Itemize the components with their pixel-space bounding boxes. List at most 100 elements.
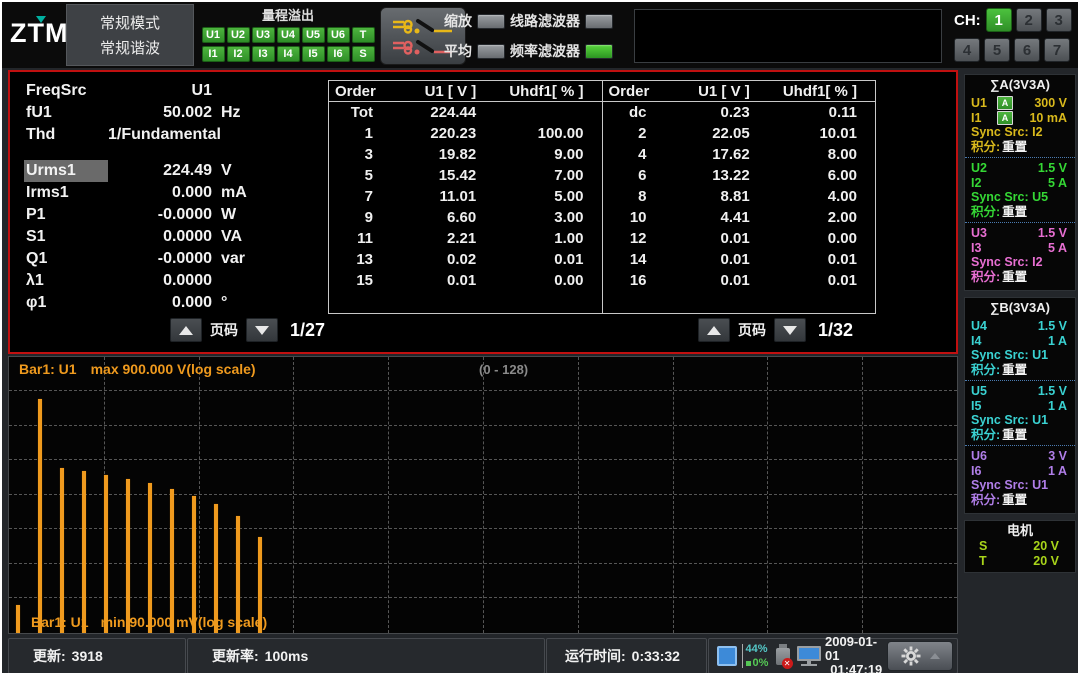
integral-label: 积分: <box>971 140 1000 154</box>
integral-row: 积分:重置 <box>971 140 1069 155</box>
system-time: 01:47:19 <box>830 663 882 673</box>
harmonics-hdf-cell: 6.00 <box>768 165 875 186</box>
channel-name: I4 <box>971 334 995 348</box>
channel-button-5[interactable]: 5 <box>984 38 1010 62</box>
measurement-label[interactable]: fU1 <box>24 102 108 124</box>
channel-name: I2 <box>971 176 995 190</box>
page-up-button[interactable] <box>698 318 730 342</box>
integral-reset-button[interactable]: 重置 <box>1002 363 1027 377</box>
measurement-unit: W <box>212 204 314 226</box>
measurement-list: FreqSrcU1fU150.002HzThd1/Fundamental Urm… <box>24 80 314 314</box>
channel-range-line: I51 A <box>971 398 1069 413</box>
page-number: 1/32 <box>818 320 853 341</box>
harmonic-bar-4 <box>104 475 108 633</box>
measurement-unit: V <box>212 160 314 182</box>
measurement-label[interactable]: φ1 <box>24 292 108 314</box>
channel-button-6[interactable]: 6 <box>1014 38 1040 62</box>
integral-reset-button[interactable]: 重置 <box>1002 270 1027 284</box>
channel-name: U6 <box>971 449 995 463</box>
harmonic-bar-7 <box>170 489 174 633</box>
harmonics-hdf-cell: 0.00 <box>768 228 875 249</box>
channel-label: CH: <box>954 12 981 29</box>
integral-reset-button[interactable]: 重置 <box>1002 140 1027 154</box>
runtime-value: 0:33:32 <box>632 648 680 664</box>
harmonics-col-header: Order <box>329 81 387 102</box>
harmonics-value-cell: 19.82 <box>387 144 494 165</box>
system-status-box: 44% 0% ✕ 2009-01-01 01:47:19 <box>708 638 958 673</box>
filter-label: 线路滤波器 <box>510 11 580 31</box>
channel-button-3[interactable]: 3 <box>1046 8 1072 32</box>
measurement-label[interactable]: λ1 <box>24 270 108 292</box>
runtime-box: 运行时间: 0:33:32 <box>546 638 707 673</box>
integral-reset-button[interactable]: 重置 <box>1002 493 1027 507</box>
integral-reset-button[interactable]: 重置 <box>1002 428 1027 442</box>
divider <box>742 644 743 668</box>
page-up-button[interactable] <box>170 318 202 342</box>
channel-button-4[interactable]: 4 <box>954 38 980 62</box>
system-date: 2009-01-01 <box>825 635 882 663</box>
harmonics-order-cell: 9 <box>329 207 387 228</box>
channel-name: I5 <box>971 399 995 413</box>
measurement-row: Thd1/Fundamental <box>24 124 314 146</box>
harmonics-value-cell: 0.01 <box>661 228 768 249</box>
measurement-label[interactable]: S1 <box>24 226 108 248</box>
green-dot-icon <box>746 661 751 666</box>
channel-range-line: U63 V <box>971 448 1069 463</box>
datetime-display: 2009-01-01 01:47:19 <box>825 635 882 673</box>
measurement-label[interactable]: Thd <box>24 124 108 146</box>
filter-toggle[interactable] <box>585 14 613 29</box>
gridline-vertical <box>388 357 389 633</box>
harmonics-col-header: Order <box>603 81 661 102</box>
overflow-current-row: I1I2I3I4I5I6S <box>198 46 378 62</box>
auto-range-badge: A <box>997 111 1013 125</box>
integral-label: 积分: <box>971 270 1000 284</box>
channel-button-1[interactable]: 1 <box>986 8 1012 32</box>
motor-section-title: 电机 <box>965 523 1075 539</box>
measurement-label[interactable]: Urms1 <box>24 160 108 182</box>
filter-toggle[interactable] <box>477 44 505 59</box>
range-value: 1 A <box>1048 464 1069 478</box>
channel-config-block: U1A300 VI1A10 mASync Src: I2积分:重置 <box>965 93 1075 157</box>
filter-toggle[interactable] <box>585 44 613 59</box>
chart-x-range-label: (0 - 128) <box>479 362 528 377</box>
filter-toggle[interactable] <box>477 14 505 29</box>
integral-reset-button[interactable]: 重置 <box>1002 205 1027 219</box>
measurement-label[interactable]: Q1 <box>24 248 108 270</box>
gridline-vertical <box>673 357 674 633</box>
storage-usage: 44% 0% <box>742 643 769 669</box>
harmonics-hdf-cell: 2.00 <box>768 207 875 228</box>
integral-row: 积分:重置 <box>971 363 1069 378</box>
channel-config-block: U21.5 VI25 ASync Src: U5积分:重置 <box>965 157 1075 222</box>
settings-menu-button[interactable] <box>887 641 953 671</box>
channel-button-7[interactable]: 7 <box>1044 38 1070 62</box>
wiring-group-title: ∑B(3V3A) <box>965 300 1075 316</box>
channel-config-block: U63 VI61 ASync Src: U1积分:重置 <box>965 445 1075 510</box>
harmonics-order-cell: 4 <box>603 144 661 165</box>
harmonic-bar-1 <box>38 399 42 633</box>
harmonics-value-cell: 220.23 <box>387 123 494 144</box>
channel-name: I6 <box>971 464 995 478</box>
wiring-group-title: ∑A(3V3A) <box>965 77 1075 93</box>
channel-range-line: U31.5 V <box>971 225 1069 240</box>
page-label: 页码 <box>210 320 238 340</box>
measurement-label[interactable]: P1 <box>24 204 108 226</box>
page-down-button[interactable] <box>774 318 806 342</box>
up-arrow-icon <box>179 326 193 335</box>
harmonic-bar-dc <box>16 605 20 633</box>
measurement-unit: mA <box>212 182 314 204</box>
measurement-row: FreqSrcU1 <box>24 80 314 102</box>
mode-selector-button[interactable]: 常规模式 常规谐波 <box>66 4 194 66</box>
measurement-label[interactable]: FreqSrc <box>24 80 108 102</box>
harmonics-hdf-cell: 4.00 <box>768 186 875 207</box>
channel-button-2[interactable]: 2 <box>1016 8 1042 32</box>
measurement-row: S10.0000VA <box>24 226 314 248</box>
motor-section: 电机S20 VT20 V <box>964 520 1076 573</box>
measurement-label[interactable]: Irms1 <box>24 182 108 204</box>
motor-channel-name: T <box>979 554 1003 569</box>
page-label: 页码 <box>738 320 766 340</box>
channel-name: U2 <box>971 161 995 175</box>
page-down-button[interactable] <box>246 318 278 342</box>
measurement-row: Irms10.000mA <box>24 182 314 204</box>
sync-source-label: Sync Src: I2 <box>971 125 1069 140</box>
update-label: 更新: <box>33 646 66 666</box>
